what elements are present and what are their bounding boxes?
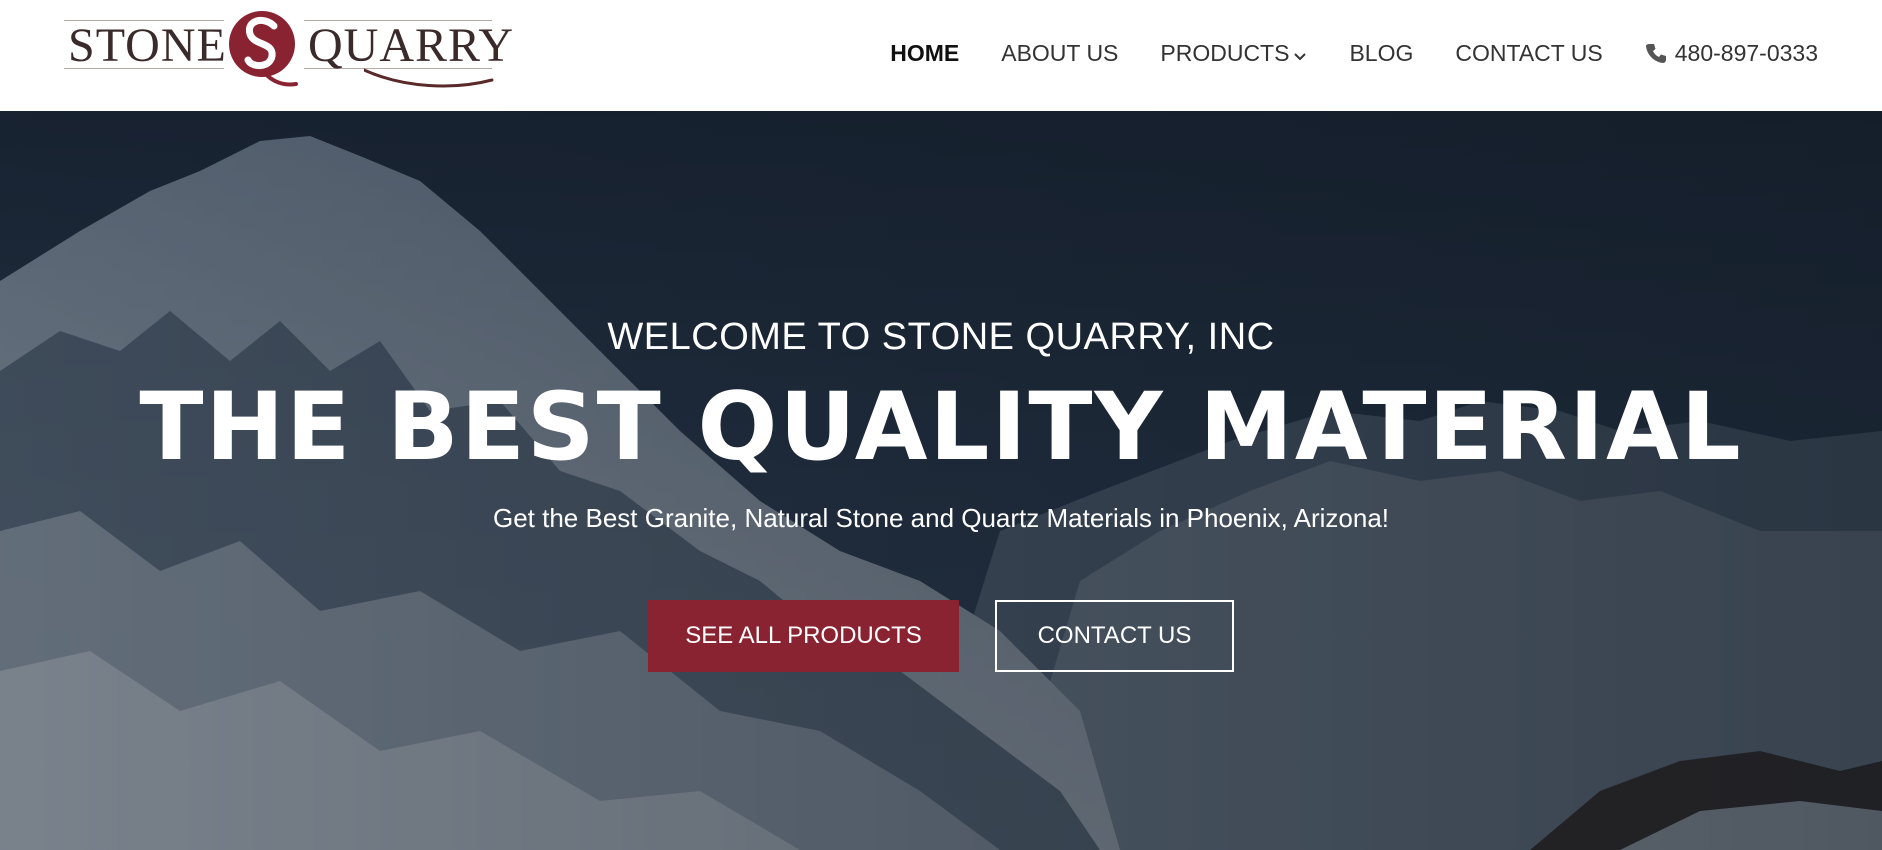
contact-us-button[interactable]: CONTACT US <box>995 600 1234 672</box>
site-header: STONE QUARRY HOME ABOUT US PRODUCTS BLOG… <box>0 0 1882 111</box>
logo-text-stone: STONE <box>68 19 227 72</box>
phone-link[interactable]: 480-897-0333 <box>1645 40 1818 67</box>
logo-sq-mark <box>224 8 300 88</box>
phone-number: 480-897-0333 <box>1674 39 1818 66</box>
phone-icon <box>1645 42 1667 64</box>
main-nav: HOME ABOUT US PRODUCTS BLOG CONTACT US 4… <box>890 38 1818 68</box>
see-all-products-button[interactable]: SEE ALL PRODUCTS <box>648 600 959 672</box>
nav-item-products[interactable]: PRODUCTS <box>1160 39 1307 68</box>
nav-item-about-us-label: ABOUT US <box>1001 39 1119 66</box>
hero-eyebrow: WELCOME TO STONE QUARRY, INC <box>607 316 1275 358</box>
hero-content: WELCOME TO STONE QUARRY, INC THE BEST QU… <box>0 111 1882 850</box>
hero-title: THE BEST QUALITY MATERIAL <box>139 373 1743 482</box>
nav-item-home-label: HOME <box>890 39 960 66</box>
nav-item-home[interactable]: HOME <box>890 40 959 67</box>
nav-item-blog[interactable]: BLOG <box>1349 40 1413 67</box>
nav-item-about-us[interactable]: ABOUT US <box>1001 40 1118 67</box>
site-logo[interactable]: STONE QUARRY <box>64 8 513 88</box>
nav-item-contact-us-label: CONTACT US <box>1455 39 1603 66</box>
hero-subtitle: Get the Best Granite, Natural Stone and … <box>492 503 1390 533</box>
hero-section: WELCOME TO STONE QUARRY, INC THE BEST QU… <box>0 111 1882 850</box>
hero-buttons: SEE ALL PRODUCTS CONTACT US <box>0 600 1882 672</box>
logo-swash <box>364 68 494 88</box>
nav-item-products-label: PRODUCTS <box>1160 39 1290 66</box>
nav-item-blog-label: BLOG <box>1349 39 1414 66</box>
logo-text-quarry: QUARRY <box>308 19 515 72</box>
chevron-down-icon <box>1293 41 1307 68</box>
nav-item-contact-us[interactable]: CONTACT US <box>1455 40 1602 67</box>
